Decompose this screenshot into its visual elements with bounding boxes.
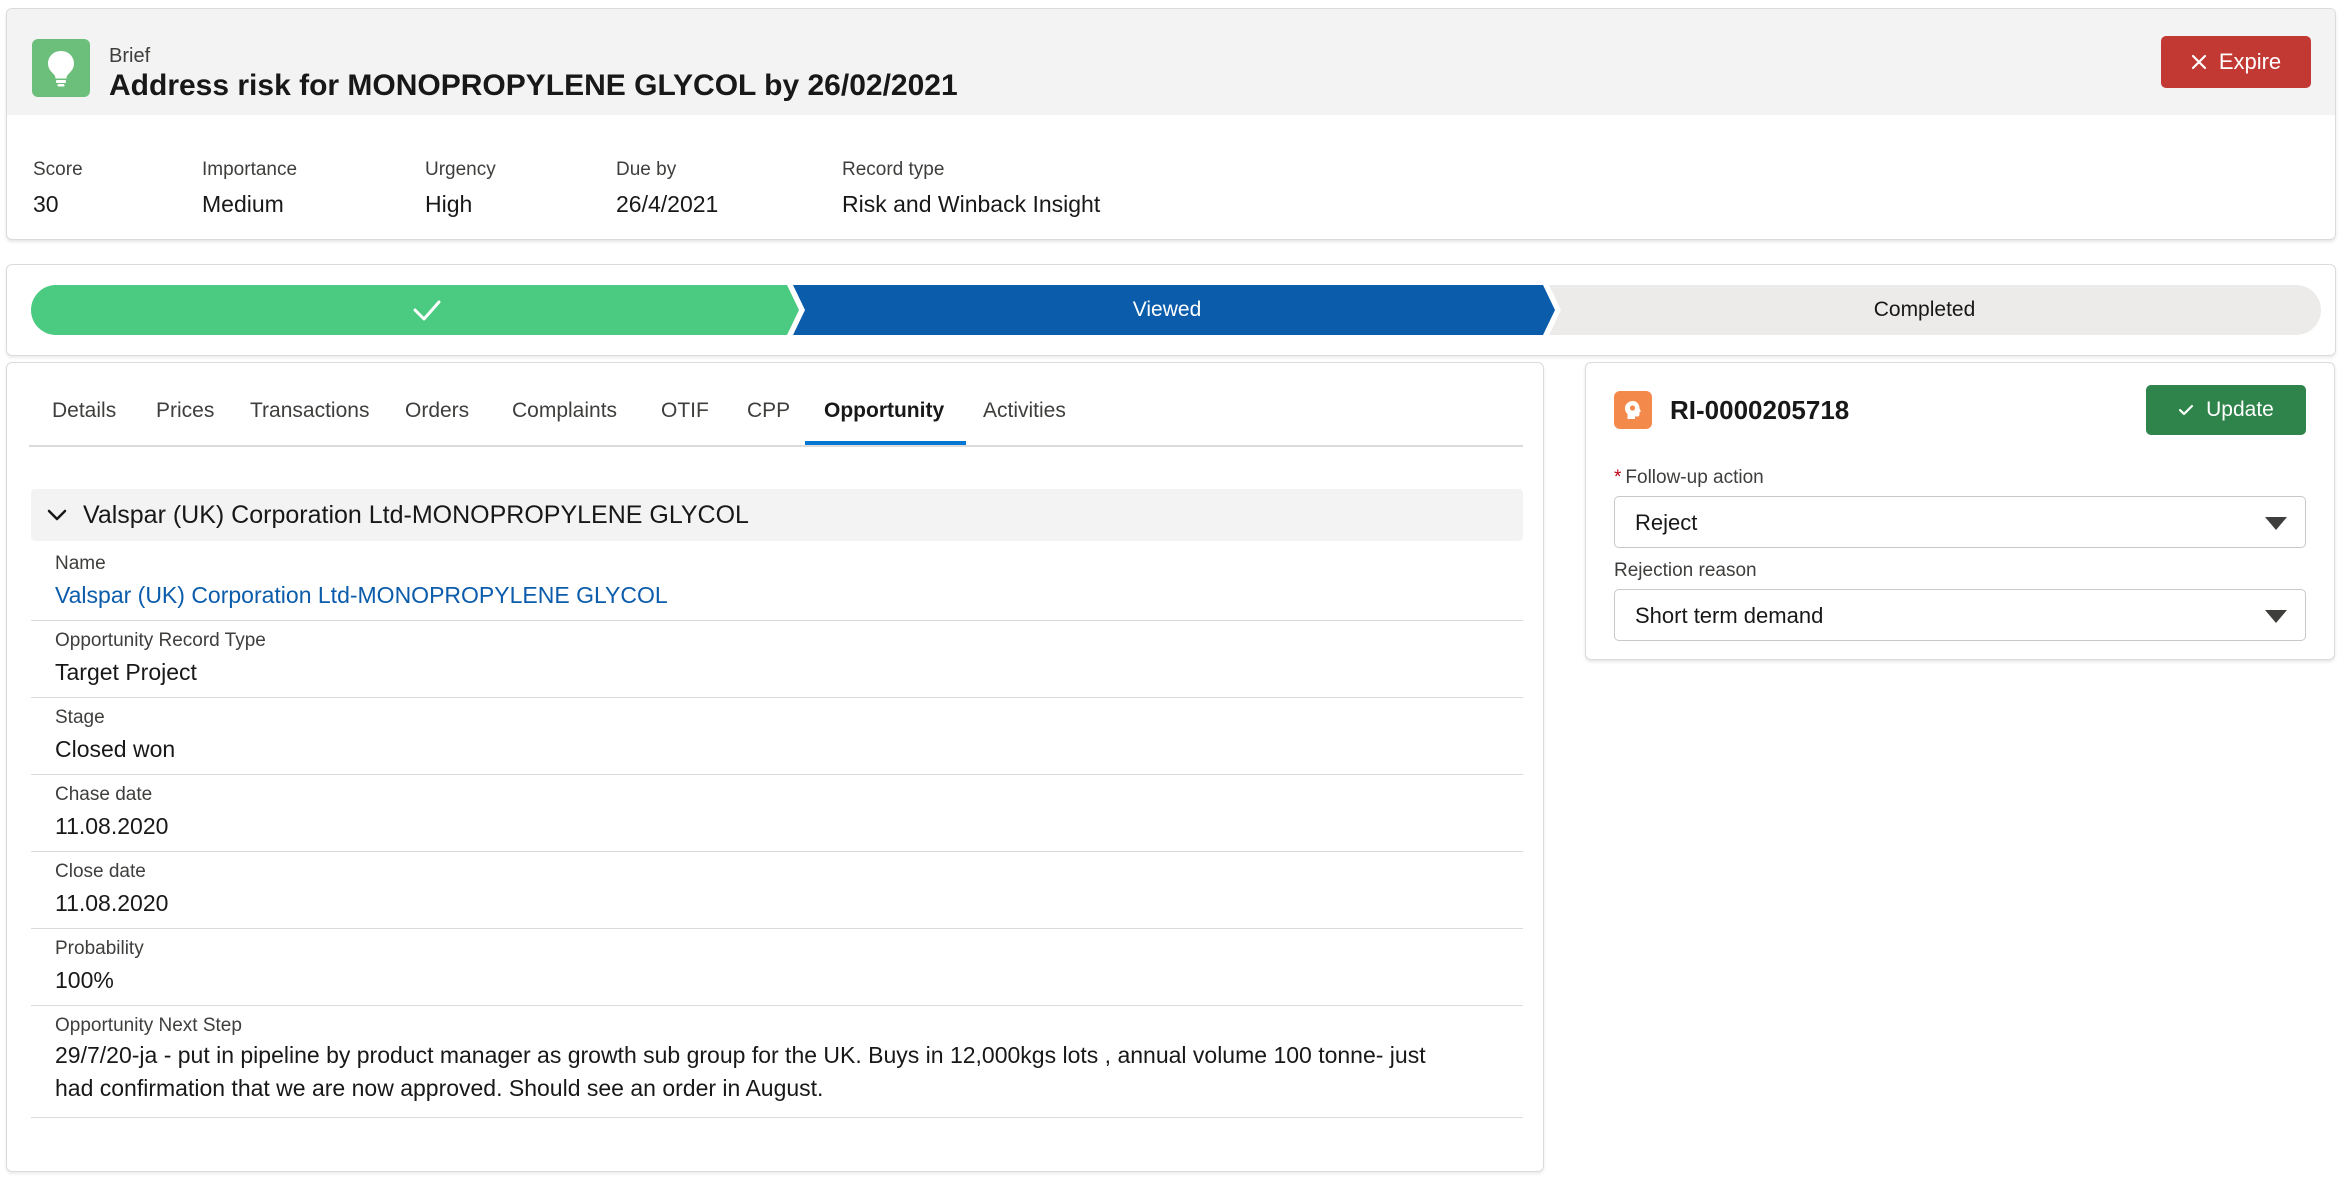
chevron-down-icon [47,509,67,521]
tab-otif[interactable]: OTIF [661,399,709,423]
rejection-reason-select[interactable]: Short term demand [1614,589,2306,641]
header-field-importance: Importance Medium [202,159,297,218]
field-value: Target Project [55,659,197,685]
field-value: 26/4/2021 [616,191,719,217]
record-field-close-date: Close date 11.08.2020 [31,852,1523,929]
field-value: Risk and Winback Insight [842,191,1101,217]
follow-up-label-text: Follow-up action [1625,467,1764,488]
record-tabs-card: Details Prices Transactions Orders Compl… [6,362,1544,1172]
tab-details[interactable]: Details [52,399,116,423]
section-toggle[interactable]: Valspar (UK) Corporation Ltd-MONOPROPYLE… [31,489,1523,541]
expire-button[interactable]: Expire [2161,36,2311,88]
header-field-record-type: Record type Risk and Winback Insight [842,159,1100,218]
check-icon [2179,404,2194,416]
field-label: Opportunity Next Step [55,1015,242,1036]
field-value: 100% [55,967,114,993]
follow-up-select[interactable]: Reject [1614,496,2306,548]
field-label: Urgency [425,159,496,180]
insight-icon [1614,391,1652,429]
field-value: 30 [33,191,59,217]
field-label: Score [33,159,83,180]
close-icon [2191,54,2206,70]
record-field-name: Name Valspar (UK) Corporation Ltd-MONOPR… [31,545,1523,621]
header-title-bar: Brief Address risk for MONOPROPYLENE GLY… [7,9,2335,115]
field-value-line-1: 29/7/20-ja - put in pipeline by product … [55,1042,1426,1068]
record-field-record-type: Opportunity Record Type Target Project [31,621,1523,698]
field-value: 11.08.2020 [55,813,169,839]
page-title: Address risk for MONOPROPYLENE GLYCOL by… [109,69,958,102]
tab-bar: Details Prices Transactions Orders Compl… [29,363,1523,447]
required-marker: * [1614,467,1622,488]
dropdown-caret-icon [2265,610,2287,623]
rejection-reason-value: Short term demand [1635,603,1824,628]
path-stage-viewed[interactable]: Viewed [797,285,1537,335]
field-value-line-2: had confirmation that we are now approve… [55,1075,824,1101]
field-label: Stage [55,707,105,728]
field-label: Close date [55,861,146,882]
opportunity-name-link[interactable]: Valspar (UK) Corporation Ltd-MONOPROPYLE… [55,582,668,609]
tab-complaints[interactable]: Complaints [512,399,617,423]
status-path: Viewed Completed [6,264,2336,356]
tab-cpp[interactable]: CPP [747,399,790,423]
field-label: Importance [202,159,298,180]
record-field-probability: Probability 100% [31,929,1523,1006]
field-label: Opportunity Record Type [55,630,266,651]
follow-up-label: * Follow-up action [1614,467,1764,489]
tab-opportunity[interactable]: Opportunity [824,399,944,423]
record-field-chase-date: Chase date 11.08.2020 [31,775,1523,852]
record-type-eyebrow: Brief [109,45,151,67]
tab-prices[interactable]: Prices [156,399,214,423]
record-field-stage: Stage Closed won [31,698,1523,775]
field-label: Name [55,553,106,574]
action-panel: RI-0000205718 Update * Follow-up action R… [1585,362,2335,660]
tab-activities[interactable]: Activities [983,399,1066,423]
rejection-reason-label: Rejection reason [1614,560,1757,581]
record-header: Brief Address risk for MONOPROPYLENE GLY… [6,8,2336,240]
section-title: Valspar (UK) Corporation Ltd-MONOPROPYLE… [83,500,749,529]
field-value: High [425,191,473,217]
header-field-due-by: Due by 26/4/2021 [616,159,718,218]
record-field-next-step: Opportunity Next Step 29/7/20-ja - put i… [31,1006,1523,1118]
field-value: Closed won [55,736,176,762]
field-label: Probability [55,938,144,959]
tab-transactions[interactable]: Transactions [250,399,369,423]
header-field-urgency: Urgency High [425,159,496,218]
update-button-label: Update [2206,398,2274,421]
field-label: Chase date [55,784,153,805]
follow-up-value: Reject [1635,510,1698,535]
dropdown-caret-icon [2265,517,2287,530]
path-stage-completed[interactable]: Completed [1552,285,2297,335]
active-tab-indicator [805,441,966,445]
record-id: RI-0000205718 [1670,395,1850,425]
field-value: Medium [202,191,284,217]
field-label: Record type [842,159,945,180]
header-field-score: Score 30 [33,159,83,218]
expire-button-label: Expire [2218,49,2282,74]
tab-orders[interactable]: Orders [405,399,469,423]
field-label: Due by [616,159,677,180]
lightbulb-icon [32,39,90,97]
field-value: 11.08.2020 [55,890,169,916]
update-button[interactable]: Update [2146,385,2306,435]
